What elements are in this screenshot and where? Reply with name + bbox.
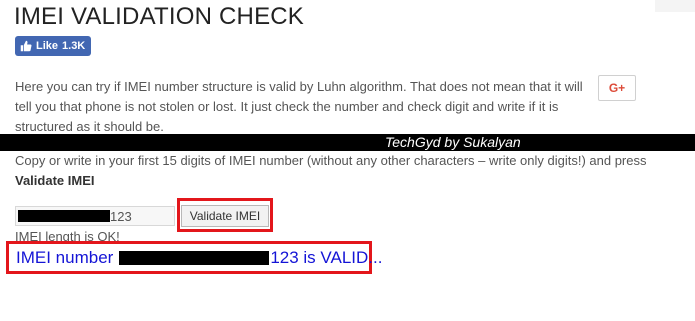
watermark-banner: TechGyd by Sukalyan (0, 134, 695, 151)
validate-imei-button[interactable]: Validate IMEI (181, 205, 269, 227)
page: IMEI VALIDATION CHECK Like 1.3K Here you… (0, 0, 695, 321)
google-plus-button[interactable]: G+ (598, 75, 636, 101)
instructions-text: Copy or write in your first 15 digits of… (15, 151, 655, 191)
thumbs-up-icon (20, 40, 32, 52)
validation-result: IMEI number 123 is VALID... (16, 248, 382, 268)
watermark-text: TechGyd by Sukalyan (385, 134, 521, 150)
instructions-body: Copy or write in your first 15 digits of… (15, 153, 647, 168)
instructions-bold: Validate IMEI (15, 173, 95, 188)
facebook-like-button[interactable]: Like 1.3K (15, 36, 92, 56)
imei-input[interactable]: 123 (15, 206, 175, 226)
corner-panel (655, 0, 695, 12)
result-suffix: 123 is VALID... (270, 248, 383, 267)
facebook-like-label: Like (36, 40, 59, 52)
intro-text: Here you can try if IMEI number structur… (15, 79, 583, 134)
redaction-bar (119, 251, 270, 265)
imei-visible-digits: 123 (110, 208, 132, 224)
google-plus-icon: G+ (608, 81, 626, 95)
facebook-like-count: 1.3K (62, 40, 86, 52)
page-title: IMEI VALIDATION CHECK (14, 3, 305, 30)
result-prefix: IMEI number (16, 248, 114, 267)
redaction-bar (18, 210, 110, 222)
